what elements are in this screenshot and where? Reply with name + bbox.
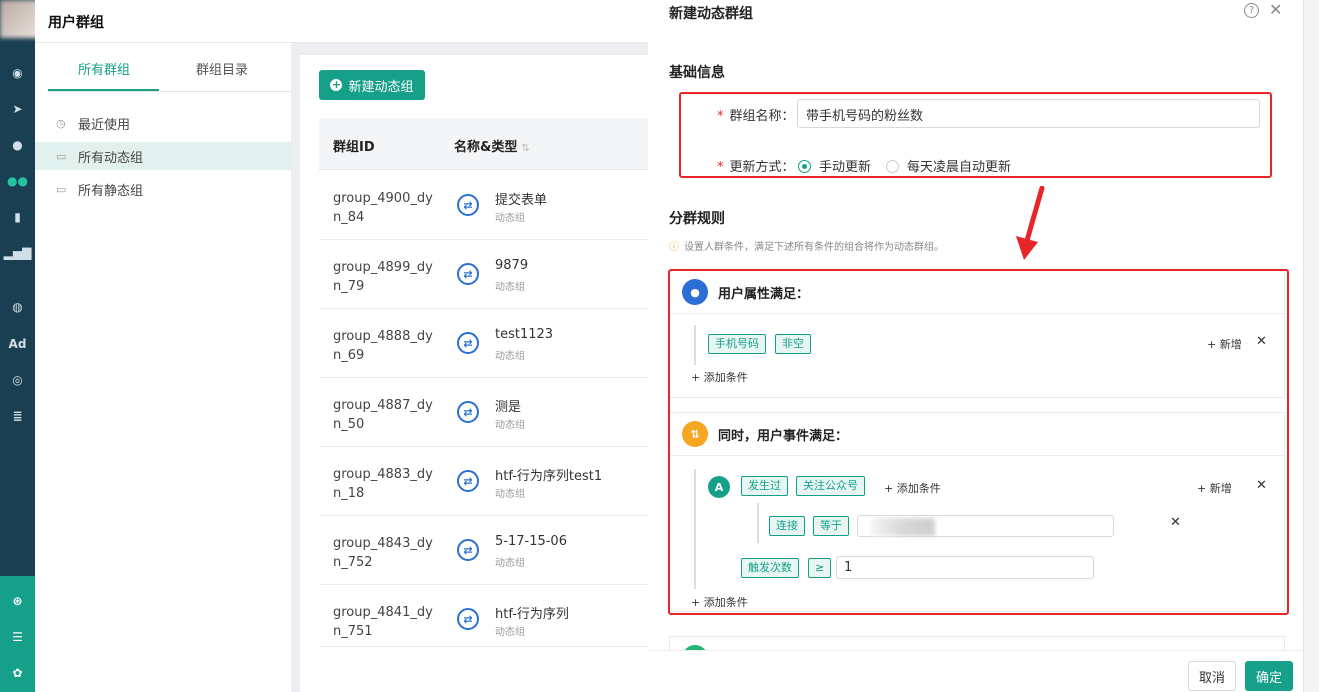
table-row[interactable]: group_4900_dyn_84 ⇄ 提交表单 动态组	[319, 171, 648, 240]
group-id: group_4887_dyn_50	[333, 398, 433, 432]
dynamic-group-icon: ⇄	[457, 194, 479, 216]
table-row[interactable]: group_4883_dyn_18 ⇄ htf-行为序列test1 动态组	[319, 447, 648, 516]
tab-divider	[48, 91, 291, 92]
sort-icon[interactable]: ⇅	[521, 143, 529, 154]
tab-group-catalog[interactable]: 群组目录	[196, 59, 248, 78]
dashboard-icon[interactable]: ◉	[0, 62, 35, 84]
update-label-text: 更新方式：	[729, 160, 795, 175]
table-row[interactable]: group_4899_dyn_79 ⇄ 9879 动态组	[319, 240, 648, 309]
rules-hint-text: 设置人群条件，满足下述所有条件的组合将作为动态群组。	[684, 242, 944, 253]
group-name[interactable]: 9879	[495, 258, 528, 273]
red-arrow-annotation	[1016, 186, 1045, 260]
dynamic-group-icon: ⇄	[457, 539, 479, 561]
group-type: 动态组	[495, 213, 525, 224]
info-icon: ⓘ	[669, 242, 679, 253]
rules-highlight	[668, 269, 1289, 615]
radio-auto-label: 每天凌晨自动更新	[907, 160, 1012, 175]
update-field-label: * 更新方式：	[717, 160, 795, 175]
group-type: 动态组	[495, 627, 525, 638]
basic-info-heading: 基础信息	[669, 65, 725, 81]
radio-unchecked-icon	[886, 160, 899, 173]
rules-heading: 分群规则	[669, 211, 725, 227]
top-bar: 用户群组	[35, 0, 648, 43]
confirm-button[interactable]: 确定	[1245, 661, 1293, 691]
table-row[interactable]: group_4887_dyn_50 ⇄ 测是 动态组	[319, 378, 648, 447]
rules-hint: ⓘ 设置人群条件，满足下述所有条件的组合将作为动态群组。	[669, 238, 944, 253]
table-header: 群组ID 名称&类型 ⇅	[319, 118, 648, 170]
users-icon[interactable]: ●●	[0, 170, 35, 192]
group-id: group_4900_dyn_84	[333, 191, 433, 225]
group-name[interactable]: 提交表单	[495, 189, 547, 208]
network-icon[interactable]: ⊛	[0, 590, 35, 612]
dynamic-group-icon: ⇄	[457, 470, 479, 492]
next-rule-block	[669, 636, 1285, 650]
group-name[interactable]: htf-行为序列test1	[495, 465, 602, 484]
ad-icon[interactable]: Ad	[0, 333, 35, 355]
dynamic-group-icon: ⇄	[457, 608, 479, 630]
menu-item-recent[interactable]: ◷ 最近使用	[35, 109, 291, 137]
menu-item-dynamic-groups[interactable]: ▭ 所有动态组	[35, 142, 291, 170]
table-row[interactable]: group_4843_dyn_752 ⇄ 5-17-15-06 动态组	[319, 516, 648, 585]
tab-all-groups[interactable]: 所有群组	[78, 59, 130, 78]
close-icon[interactable]: ✕	[1269, 0, 1282, 19]
group-type: 动态组	[495, 489, 525, 500]
col-name-type[interactable]: 名称&类型 ⇅	[454, 136, 530, 155]
group-id: group_4899_dyn_79	[333, 260, 433, 294]
drawer-title: 新建动态群组	[669, 6, 753, 22]
group-type: 动态组	[495, 351, 525, 362]
menu-item-static-groups[interactable]: ▭ 所有静态组	[35, 175, 291, 203]
table-row[interactable]: group_4888_dyn_69 ⇄ test1123 动态组	[319, 309, 648, 378]
cancel-button[interactable]: 取消	[1188, 661, 1236, 691]
menu-item-label: 最近使用	[78, 117, 131, 133]
radio-manual-label: 手动更新	[819, 160, 872, 175]
drawer-scrollbar[interactable]	[1303, 0, 1319, 692]
list-icon[interactable]: ≣	[0, 405, 35, 427]
page-title: 用户群组	[48, 15, 104, 31]
bookmark-icon[interactable]: ▮	[0, 206, 35, 228]
group-id: group_4883_dyn_18	[333, 467, 433, 501]
help-icon[interactable]: ?	[1244, 3, 1259, 18]
folder-icon: ▭	[56, 149, 67, 163]
group-nav-panel: 所有群组 群组目录 ◷ 最近使用 ▭ 所有动态组 ▭ 所有静态组	[35, 43, 291, 692]
menu-item-label: 所有动态组	[78, 150, 144, 166]
group-type: 动态组	[495, 420, 525, 431]
footer-divider	[648, 650, 1303, 651]
folder-icon: ▭	[56, 182, 67, 196]
radio-manual-update[interactable]: 手动更新	[798, 156, 871, 175]
gear-icon[interactable]: ✿	[0, 662, 35, 684]
group-type: 动态组	[495, 282, 525, 293]
menu-item-label: 所有静态组	[78, 183, 144, 199]
radio-auto-update[interactable]: 每天凌晨自动更新	[886, 156, 1011, 175]
dynamic-group-icon: ⇄	[457, 332, 479, 354]
bar-chart-icon[interactable]: ▂▅▇	[0, 242, 35, 264]
plus-icon: +	[330, 78, 343, 91]
radio-checked-icon	[798, 160, 811, 173]
group-name-input[interactable]: 带手机号码的粉丝数	[797, 99, 1260, 128]
new-dynamic-group-label: 新建动态组	[348, 79, 414, 95]
user-icon[interactable]: ●	[0, 134, 35, 156]
col-group-id: 群组ID	[333, 140, 375, 155]
col-name-type-label: 名称&类型	[454, 140, 518, 155]
name-label-text: 群组名称：	[729, 109, 795, 124]
table-row[interactable]: group_4841_dyn_751 ⇄ htf-行为序列 动态组	[319, 585, 648, 647]
new-dynamic-group-button[interactable]: + 新建动态组	[319, 70, 425, 100]
wechat-icon[interactable]: ◍	[0, 296, 35, 318]
dynamic-group-icon: ⇄	[457, 401, 479, 423]
active-tab-indicator	[48, 89, 159, 91]
group-name[interactable]: htf-行为序列	[495, 603, 569, 622]
dynamic-group-icon: ⇄	[457, 263, 479, 285]
group-id: group_4888_dyn_69	[333, 329, 433, 363]
group-name[interactable]: 5-17-15-06	[495, 534, 567, 549]
group-id: group_4843_dyn_752	[333, 536, 433, 570]
server-icon[interactable]: ☰	[0, 626, 35, 648]
group-name[interactable]: 测是	[495, 396, 521, 415]
target-icon[interactable]: ◎	[0, 369, 35, 391]
group-name[interactable]: test1123	[495, 327, 553, 342]
group-id: group_4841_dyn_751	[333, 605, 433, 639]
clock-icon: ◷	[56, 116, 66, 130]
name-field-label: * 群组名称：	[717, 109, 795, 124]
group-type: 动态组	[495, 558, 525, 569]
send-icon[interactable]: ➤	[0, 98, 35, 120]
